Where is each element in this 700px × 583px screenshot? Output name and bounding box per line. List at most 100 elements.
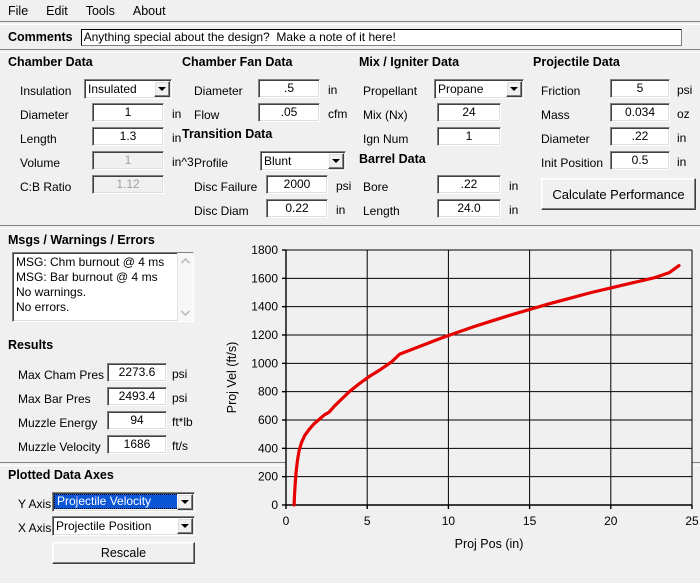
barrel-bore-input[interactable]: .22 bbox=[437, 175, 501, 194]
chamber-insulation-label: Insulation bbox=[20, 84, 72, 98]
svg-text:Proj Vel (ft/s): Proj Vel (ft/s) bbox=[225, 342, 239, 414]
list-item: No errors. bbox=[16, 300, 70, 314]
svg-text:Proj Pos (in): Proj Pos (in) bbox=[455, 537, 524, 551]
svg-text:1000: 1000 bbox=[251, 356, 278, 370]
divider-below-inputs bbox=[0, 225, 700, 229]
messages-scrollbar[interactable] bbox=[177, 253, 193, 321]
disc-failure-input[interactable]: 2000 bbox=[266, 175, 328, 194]
disc-diam-unit: in bbox=[336, 203, 346, 217]
result-value-muzzle-energy: 94 bbox=[107, 411, 167, 430]
chamber-volume-label: Volume bbox=[20, 156, 61, 170]
projectile-init-position-input[interactable]: 0.5 bbox=[610, 151, 670, 170]
plotted-axes-title: Plotted Data Axes bbox=[8, 468, 114, 482]
projectile-init-position-unit: in bbox=[677, 155, 687, 169]
chamber-insulation-select[interactable]: Insulated bbox=[84, 79, 172, 99]
chamber-fan-data-title: Chamber Fan Data bbox=[182, 55, 293, 69]
svg-text:1800: 1800 bbox=[251, 243, 278, 257]
chevron-down-icon[interactable] bbox=[328, 153, 344, 169]
y-axis-select[interactable]: Projectile Velocity bbox=[52, 492, 195, 512]
projectile-mass-label: Mass bbox=[541, 108, 570, 122]
list-item: No warnings. bbox=[16, 285, 87, 299]
disc-diam-input[interactable]: 0.22 bbox=[266, 199, 328, 218]
menu-item-about[interactable]: About bbox=[133, 2, 177, 20]
svg-text:800: 800 bbox=[258, 385, 278, 399]
messages-list: MSG: Chm burnout @ 4 ms MSG: Bar burnout… bbox=[13, 253, 177, 321]
mix-nx-label: Mix (Nx) bbox=[363, 108, 408, 122]
comments-label: Comments bbox=[8, 30, 73, 44]
chevron-up-icon[interactable] bbox=[180, 255, 191, 267]
chevron-down-icon[interactable] bbox=[506, 81, 522, 97]
disc-failure-label: Disc Failure bbox=[194, 180, 258, 194]
result-label-muzzle-energy: Muzzle Energy bbox=[18, 416, 98, 430]
projectile-diameter-input[interactable]: .22 bbox=[610, 127, 670, 146]
chamber-diameter-input[interactable]: 1 bbox=[92, 103, 164, 122]
projectile-data-title: Projectile Data bbox=[533, 55, 620, 69]
result-unit-max-bar-pres: psi bbox=[172, 391, 188, 405]
svg-text:15: 15 bbox=[523, 514, 537, 528]
result-value-muzzle-velocity: 1686 bbox=[107, 435, 167, 454]
chamber-length-label: Length bbox=[20, 132, 57, 146]
chevron-down-icon[interactable] bbox=[177, 518, 193, 534]
barrel-bore-unit: in bbox=[509, 179, 519, 193]
menu-item-tools[interactable]: Tools bbox=[86, 2, 126, 20]
result-unit-muzzle-energy: ft*lb bbox=[172, 415, 193, 429]
menu-item-edit[interactable]: Edit bbox=[46, 2, 79, 20]
divider-below-comments bbox=[0, 49, 700, 53]
mix-igniter-data-title: Mix / Igniter Data bbox=[359, 55, 460, 69]
fan-diameter-input[interactable]: .5 bbox=[258, 79, 320, 98]
barrel-length-unit: in bbox=[509, 203, 519, 217]
fan-diameter-unit: in bbox=[328, 83, 338, 97]
comments-input[interactable] bbox=[80, 28, 682, 46]
projectile-friction-unit: psi bbox=[677, 83, 693, 97]
svg-text:25: 25 bbox=[685, 514, 699, 528]
chevron-down-icon[interactable] bbox=[154, 81, 170, 97]
svg-text:0: 0 bbox=[271, 498, 278, 512]
chamber-diameter-label: Diameter bbox=[20, 108, 69, 122]
messages-title: Msgs / Warnings / Errors bbox=[8, 233, 155, 247]
calculate-performance-button[interactable]: Calculate Performance bbox=[541, 178, 696, 210]
transition-profile-select[interactable]: Blunt bbox=[260, 151, 346, 171]
propellant-label: Propellant bbox=[363, 84, 418, 98]
projectile-friction-label: Friction bbox=[541, 84, 581, 98]
ign-num-input[interactable]: 1 bbox=[437, 127, 501, 146]
barrel-bore-label: Bore bbox=[363, 180, 389, 194]
result-label-max-cham-pres: Max Cham Pres bbox=[18, 368, 105, 382]
result-value-max-cham-pres: 2273.6 bbox=[107, 363, 167, 382]
chamber-length-unit: in bbox=[172, 131, 182, 145]
y-axis-value: Projectile Velocity bbox=[54, 494, 193, 509]
propellant-select[interactable]: Propane bbox=[434, 79, 524, 99]
mix-nx-input[interactable]: 24 bbox=[437, 103, 501, 122]
svg-text:200: 200 bbox=[258, 470, 278, 484]
ign-num-label: Ign Num bbox=[363, 132, 409, 146]
x-axis-value: Projectile Position bbox=[56, 519, 152, 533]
chevron-down-icon[interactable] bbox=[177, 494, 193, 510]
fan-diameter-label: Diameter bbox=[194, 84, 243, 98]
fan-flow-input[interactable]: .05 bbox=[258, 103, 320, 122]
list-item: MSG: Chm burnout @ 4 ms bbox=[16, 255, 165, 269]
y-axis-label: Y Axis bbox=[18, 497, 52, 511]
result-unit-muzzle-velocity: ft/s bbox=[172, 439, 189, 453]
x-axis-label: X Axis bbox=[18, 521, 52, 535]
x-axis-select[interactable]: Projectile Position bbox=[52, 516, 195, 536]
chevron-down-icon[interactable] bbox=[180, 307, 191, 319]
projectile-mass-input[interactable]: 0.034 bbox=[610, 103, 670, 122]
projectile-diameter-unit: in bbox=[677, 131, 687, 145]
chart-svg: 0 200 400 600 800 1000 1200 1400 1600 1800 0 5 10 15 2… bbox=[225, 243, 699, 551]
result-label-muzzle-velocity: Muzzle Velocity bbox=[18, 440, 101, 454]
svg-text:20: 20 bbox=[604, 514, 618, 528]
menu-item-file[interactable]: File bbox=[8, 2, 39, 20]
svg-text:600: 600 bbox=[258, 413, 278, 427]
barrel-length-input[interactable]: 24.0 bbox=[437, 199, 501, 218]
menu-bar: File Edit Tools About bbox=[0, 0, 700, 21]
transition-data-title: Transition Data bbox=[182, 127, 273, 141]
rescale-button[interactable]: Rescale bbox=[52, 542, 195, 564]
fan-flow-unit: cfm bbox=[328, 107, 348, 121]
results-title: Results bbox=[8, 338, 54, 352]
chamber-volume-output: 1 bbox=[92, 151, 164, 170]
result-value-max-bar-pres: 2493.4 bbox=[107, 387, 167, 406]
chamber-length-input[interactable]: 1.3 bbox=[92, 127, 164, 146]
projectile-friction-input[interactable]: 5 bbox=[610, 79, 670, 98]
chamber-cb-ratio-label: C:B Ratio bbox=[20, 180, 72, 194]
projectile-mass-unit: oz bbox=[677, 107, 690, 121]
messages-listbox[interactable]: MSG: Chm burnout @ 4 ms MSG: Bar burnout… bbox=[12, 252, 194, 322]
